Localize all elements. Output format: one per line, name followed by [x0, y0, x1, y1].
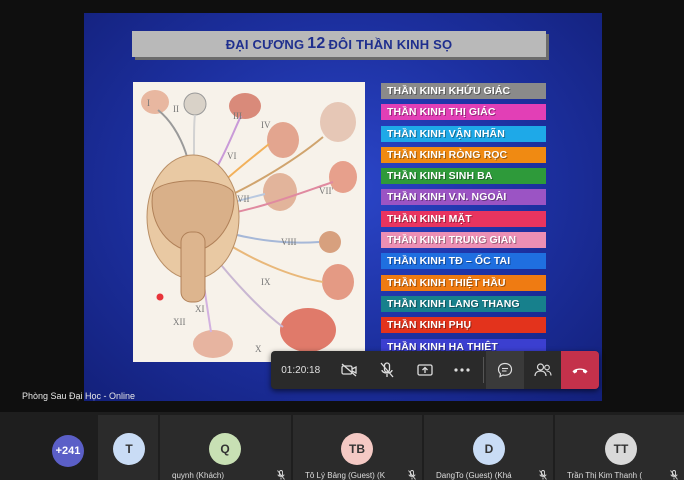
share-screen-icon [416, 364, 433, 376]
nerve-list-item: THẦN KINH RÒNG RỌC [381, 146, 546, 163]
hang-up-button[interactable] [561, 351, 600, 389]
figure-label-x: X [255, 344, 262, 354]
more-options-button[interactable] [443, 351, 481, 389]
mic-off-icon [277, 470, 285, 480]
nerve-list-item: THẦN KINH THỊ GIÁC [381, 104, 546, 121]
participant-avatar: D [473, 433, 505, 465]
cranial-nerves-illustration: I II III IV VI VII VII' VIII IX XI XII X [133, 82, 365, 362]
camera-toggle-button[interactable] [330, 351, 368, 389]
mic-off-icon [539, 470, 547, 480]
brain-diagram: I II III IV VI VII VII' VIII IX XI XII X [141, 90, 357, 358]
slide-title: ĐẠI CƯƠNG 12 ĐÔI THẦN KINH SỌ [132, 31, 546, 57]
people-icon [533, 363, 552, 377]
meeting-controls-bar: 01:20:18 [271, 351, 600, 389]
controls-divider [483, 357, 485, 383]
nerve-list-item: THẦN KINH VẬN NHÃN [381, 125, 546, 142]
chat-button[interactable] [486, 351, 524, 389]
nerve-list-item: THẦN KINH LANG THANG [381, 295, 546, 312]
slide-title-number: 12 [307, 35, 326, 52]
participant-strip: +241 T Qquynh (Khách) TB Tô Lý Bảng (Guest) … [0, 412, 684, 480]
participant-name: DangTo (Guest) (Khá [436, 471, 512, 480]
participant-avatar: TB [341, 433, 373, 465]
hangup-icon [572, 368, 588, 374]
slide-title-prefix: ĐẠI CƯƠNG [225, 36, 305, 52]
figure-label-iv: IV [261, 120, 271, 130]
figure-label-viii: VIII [281, 237, 297, 247]
shared-screen-area: ĐẠI CƯƠNG 12 ĐÔI THẦN KINH SỌ I II III I… [0, 0, 684, 412]
figure-label-iii: III [233, 111, 242, 121]
camera-off-icon [341, 363, 357, 377]
mic-toggle-button[interactable] [368, 351, 406, 389]
nerve-list-item: THẦN KINH V.N. NGOÀI [381, 189, 546, 206]
nerve-list-item: THẦN KINH MẶT [381, 210, 546, 227]
more-icon [454, 368, 470, 372]
participant-avatar: T [113, 433, 145, 465]
participant-name: Trần Thị Kim Thanh ( [567, 471, 642, 480]
participant-avatar: Q [209, 433, 241, 465]
figure-label-ii: II [173, 104, 179, 114]
mic-off-icon [408, 470, 416, 480]
figure-label-vii-prime: VII' [319, 186, 333, 196]
nerve-list-item: THẦN KINH TĐ – ỐC TAI [381, 253, 546, 270]
figure-label-xi: XI [195, 304, 205, 314]
more-participants-badge[interactable]: +241 [52, 435, 84, 467]
mic-off-icon [380, 362, 394, 378]
nerve-list-item: THẦN KINH SINH BA [381, 168, 546, 185]
room-label: Phòng Sau Đại Học - Online [22, 391, 136, 401]
mic-off-icon [670, 470, 678, 480]
chat-icon [497, 362, 512, 378]
presentation-slide: ĐẠI CƯƠNG 12 ĐÔI THẦN KINH SỌ I II III I… [84, 13, 602, 401]
nerve-list: THẦN KINH KHỨU GIÁC THẦN KINH THỊ GIÁC THẦ… [381, 83, 546, 360]
share-screen-button[interactable] [406, 351, 444, 389]
participant-name: quynh (Khách) [172, 471, 225, 480]
figure-label-vii: VII [237, 194, 250, 204]
participant-name: Tô Lý Bảng (Guest) (K [305, 471, 386, 480]
nerve-list-item: THẦN KINH THIỆT HẦU [381, 274, 546, 291]
figure-label-vi: VI [227, 151, 237, 161]
participants-button[interactable] [524, 351, 562, 389]
nerve-list-item: THẦN KINH PHỤ [381, 317, 546, 334]
call-timer: 01:20:18 [281, 364, 321, 376]
slide-title-suffix: ĐÔI THẦN KINH SỌ [328, 36, 453, 52]
participant-avatar: TT [605, 433, 637, 465]
figure-label-xii: XII [173, 317, 186, 327]
nerve-list-item: THẦN KINH KHỨU GIÁC [381, 83, 546, 99]
figure-label-ix: IX [261, 277, 271, 287]
nerve-list-item: THẦN KINH TRUNG GIAN [381, 232, 546, 249]
figure-label-i: I [147, 98, 150, 108]
